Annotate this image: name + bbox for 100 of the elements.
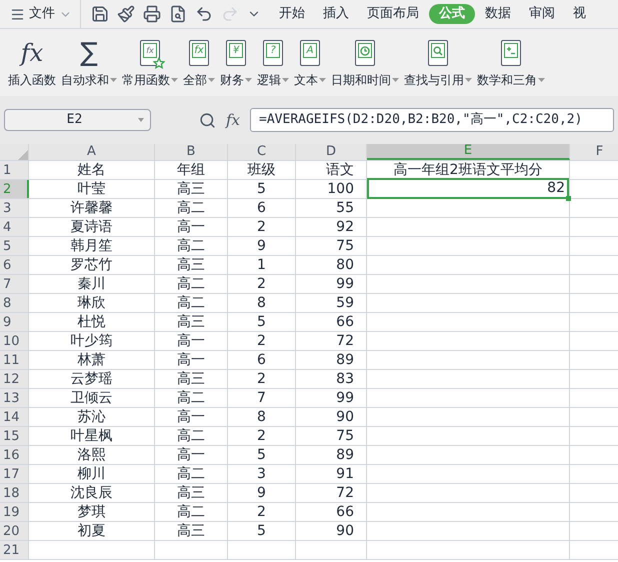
book-glyph: ¥ bbox=[232, 46, 240, 56]
lookup-icon bbox=[428, 40, 448, 66]
table-cell-text: 2 bbox=[257, 274, 266, 294]
table-cell-text: 2 bbox=[257, 370, 266, 388]
row-header[interactable]: 10 bbox=[0, 332, 29, 350]
table-cell-text: 琳欣 bbox=[78, 294, 106, 312]
ribbon-button[interactable]: 查找与引用 bbox=[402, 37, 474, 89]
row-header[interactable]: 1 bbox=[0, 161, 29, 179]
table-cell-text: 8 bbox=[257, 294, 266, 312]
zoom-icon[interactable] bbox=[199, 112, 216, 128]
table-cell-text: 高三 bbox=[177, 522, 205, 540]
ribbon-button[interactable]: fx 插入函数 bbox=[6, 37, 58, 89]
sigma-icon: ∑ bbox=[78, 37, 100, 69]
table-cell-text: 卫倾云 bbox=[70, 388, 112, 408]
table-cell-text: 语文 bbox=[326, 160, 354, 180]
undo-icon[interactable] bbox=[195, 5, 213, 23]
table-cell-text: 秦川 bbox=[78, 274, 106, 294]
table-cell-text: 高二 bbox=[177, 294, 205, 312]
row-header[interactable]: 14 bbox=[0, 408, 29, 426]
table-cell-text: 6 bbox=[257, 198, 266, 218]
table-cell-text: 高一 bbox=[177, 408, 205, 426]
row-header[interactable]: 21 bbox=[0, 541, 29, 559]
row-header[interactable]: 4 bbox=[0, 218, 29, 236]
table-cell-text: 9 bbox=[257, 484, 266, 502]
column-header[interactable]: C bbox=[228, 144, 296, 160]
table-cell-text: 3 bbox=[257, 464, 266, 484]
table-cell-text: 2 bbox=[257, 332, 266, 350]
row-header[interactable]: 13 bbox=[0, 389, 29, 407]
table-cell-text: 83 bbox=[336, 370, 354, 388]
row-header[interactable]: 5 bbox=[0, 237, 29, 255]
table-cell-text: 89 bbox=[336, 350, 354, 370]
ribbon-tab[interactable]: 页面布局 bbox=[359, 4, 427, 24]
table-cell-text: 许馨馨 bbox=[70, 198, 112, 218]
ribbon-button[interactable]: ¥ 财务 bbox=[218, 37, 254, 89]
table-cell-text: 林萧 bbox=[78, 350, 106, 370]
table-cell-text: 55 bbox=[336, 198, 354, 218]
row-header[interactable]: 16 bbox=[0, 446, 29, 464]
book-glyph: A bbox=[306, 46, 314, 56]
row-header[interactable]: 19 bbox=[0, 503, 29, 521]
table-cell-text: 59 bbox=[336, 294, 354, 312]
cell-reference: E2 bbox=[66, 111, 84, 130]
star-icon bbox=[153, 57, 165, 69]
row-header[interactable]: 20 bbox=[0, 522, 29, 540]
ribbon-button[interactable]: ∑ 自动求和 bbox=[59, 37, 119, 89]
table-cell-text: 高三 bbox=[177, 312, 205, 332]
ribbon-label: 数学和三角 bbox=[477, 72, 537, 89]
active-cell[interactable]: 82 bbox=[367, 178, 569, 199]
ribbon-button[interactable]: ? 逻辑 bbox=[255, 37, 291, 89]
row-header[interactable]: 11 bbox=[0, 351, 29, 369]
ribbon-button[interactable]: A 文本 bbox=[292, 37, 328, 89]
row-header[interactable]: 9 bbox=[0, 313, 29, 331]
table-cell-text: 高二 bbox=[177, 426, 205, 446]
ribbon-button[interactable]: fx 常用函数 bbox=[120, 37, 180, 89]
paintbrush-icon[interactable] bbox=[117, 5, 135, 23]
ribbon-label: 常用函数 bbox=[122, 72, 170, 89]
table-cell-text: 洛熙 bbox=[78, 446, 106, 464]
print-icon[interactable] bbox=[143, 5, 161, 23]
row-header[interactable]: 12 bbox=[0, 370, 29, 388]
row-header[interactable]: 18 bbox=[0, 484, 29, 502]
file-menu[interactable]: 文件 bbox=[0, 0, 81, 28]
ribbon-tab[interactable]: 数据 bbox=[477, 4, 519, 24]
table-cell-text: 柳川 bbox=[78, 464, 106, 484]
table-cell-text: 9 bbox=[257, 236, 266, 256]
table-cell-text: 高二 bbox=[177, 274, 205, 294]
ribbon-button[interactable]: 日期和时间 bbox=[329, 37, 401, 89]
ribbon-tab[interactable]: 开始 bbox=[271, 4, 313, 24]
row-header[interactable]: 7 bbox=[0, 275, 29, 293]
table-cell-text: 苏沁 bbox=[78, 408, 106, 426]
row-header[interactable]: 8 bbox=[0, 294, 29, 312]
ribbon-tab[interactable]: 视 bbox=[565, 4, 594, 24]
column-header[interactable]: B bbox=[155, 144, 228, 160]
ribbon-label: 逻辑 bbox=[257, 72, 281, 89]
table-cell-text: 91 bbox=[336, 464, 354, 484]
row-header[interactable]: 3 bbox=[0, 199, 29, 217]
ribbon-button[interactable]: 数学和三角 bbox=[475, 37, 547, 89]
column-header[interactable]: A bbox=[29, 144, 155, 160]
table-cell-text: 8 bbox=[257, 408, 266, 426]
ribbon-label: 插入函数 bbox=[8, 72, 56, 89]
formula-field[interactable]: =AVERAGEIFS(D2:D20,B2:B20,"高一",C2:C20,2) bbox=[250, 108, 614, 132]
ribbon-button[interactable]: fx 全部 bbox=[181, 37, 217, 89]
fill-handle[interactable] bbox=[566, 196, 571, 201]
row-header[interactable]: 17 bbox=[0, 465, 29, 483]
menu-icon bbox=[10, 6, 25, 22]
table-cell-text: 姓名 bbox=[78, 160, 106, 180]
table-cell-text: 高三 bbox=[177, 370, 205, 388]
print-preview-icon[interactable] bbox=[169, 5, 187, 23]
table-cell-text: 2 bbox=[257, 426, 266, 446]
table-cell-text: 5 bbox=[257, 522, 266, 540]
function-icon[interactable]: fx bbox=[224, 108, 242, 132]
name-box[interactable]: E2 bbox=[4, 109, 151, 131]
table-cell-text: 杜悦 bbox=[78, 312, 106, 332]
row-header[interactable]: 6 bbox=[0, 256, 29, 274]
row-header[interactable]: 15 bbox=[0, 427, 29, 445]
table-cell-text: 高二 bbox=[177, 388, 205, 408]
table-cell-text: 1 bbox=[257, 256, 266, 274]
column-header[interactable]: F bbox=[570, 144, 618, 160]
table-cell-text: 72 bbox=[336, 332, 354, 350]
ribbon-tab[interactable]: 插入 bbox=[315, 4, 357, 24]
ribbon-tab[interactable]: 审阅 bbox=[521, 4, 563, 24]
save-icon[interactable] bbox=[91, 5, 109, 23]
